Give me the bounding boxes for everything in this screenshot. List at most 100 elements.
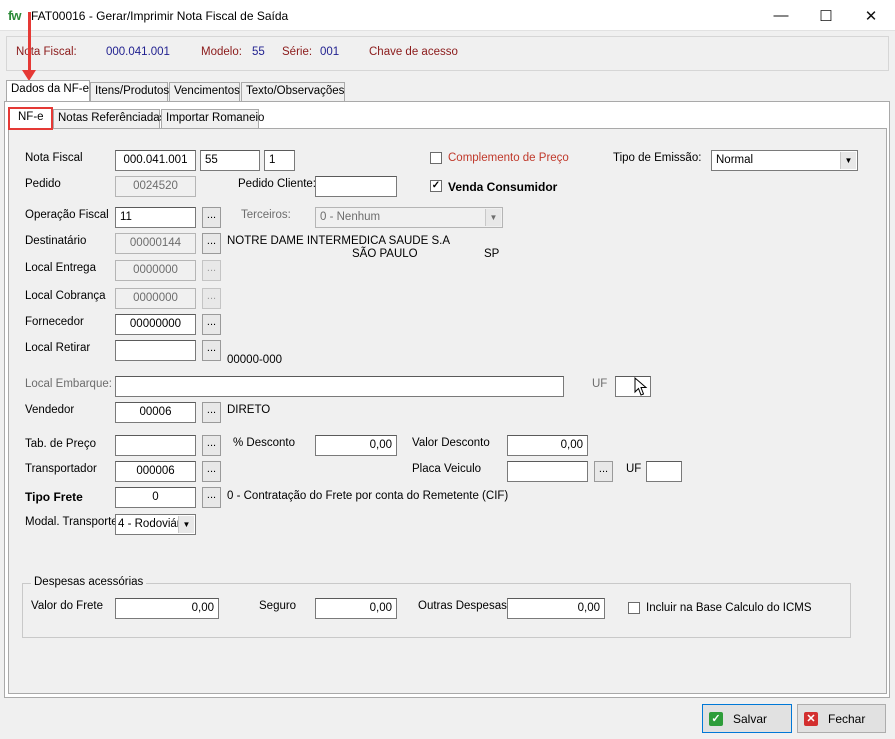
complemento-preco-checkbox[interactable] (430, 152, 442, 164)
nota-fiscal-label: Nota Fiscal (25, 152, 83, 164)
placa-veiculo-label: Placa Veiculo (412, 463, 482, 475)
local-cobranca-field[interactable]: 0000000 (115, 288, 196, 309)
transportador-label: Transportador (25, 463, 97, 475)
nota-fiscal-number-field[interactable]: 000.041.001 (115, 150, 196, 171)
local-embarque-label: Local Embarque: (25, 378, 112, 390)
close-button-label: Fechar (828, 711, 866, 726)
local-retirar-cep: 00000-000 (227, 354, 282, 366)
chevron-down-icon: ▼ (178, 516, 194, 533)
destinatario-lookup-button[interactable]: ... (202, 233, 221, 254)
pedido-cliente-label: Pedido Cliente: (238, 178, 316, 190)
local-retirar-lookup-button[interactable]: ... (202, 340, 221, 361)
fornecedor-lookup-button[interactable]: ... (202, 314, 221, 335)
modal-transporte-value: 4 - Rodoviár (118, 518, 181, 530)
save-button[interactable]: ✓ Salvar (702, 704, 792, 733)
tab-dados-nfe[interactable]: Dados da NF-e (6, 80, 90, 101)
incluir-base-icms-checkbox[interactable] (628, 602, 640, 614)
desconto-pct-label: % Desconto (233, 437, 296, 449)
tipo-emissao-value: Normal (716, 154, 754, 166)
destinatario-city: SÃO PAULO (352, 248, 418, 260)
venda-consumidor-label: Venda Consumidor (448, 180, 558, 194)
pedido-label: Pedido (25, 178, 61, 190)
incluir-base-icms-label: Incluir na Base Calculo do ICMS (646, 602, 812, 614)
check-icon: ✓ (709, 711, 723, 726)
nota-fiscal-modelo-field[interactable]: 55 (200, 150, 260, 171)
modal-transporte-label: Modal. Transporte (25, 516, 118, 528)
seguro-label: Seguro (259, 600, 297, 612)
close-button[interactable]: ✕ Fechar (797, 704, 886, 733)
outras-despesas-field[interactable]: 0,00 (507, 598, 605, 619)
tab-preco-field[interactable] (115, 435, 196, 456)
placa-uf-label: UF (626, 463, 642, 475)
outras-despesas-label: Outras Despesas (418, 600, 507, 612)
placa-veiculo-field[interactable] (507, 461, 588, 482)
destinatario-field[interactable]: 00000144 (115, 233, 196, 254)
tipo-emissao-label: Tipo de Emissão: (613, 152, 702, 164)
save-button-label: Salvar (733, 711, 768, 726)
header-modelo-value: 55 (252, 46, 265, 58)
maximize-button[interactable]: ☐ (803, 0, 849, 31)
local-embarque-uf-label: UF (592, 378, 608, 390)
transportador-lookup-button[interactable]: ... (202, 461, 221, 482)
chevron-down-icon: ▼ (840, 152, 856, 169)
vendedor-name: DIRETO (227, 404, 271, 416)
desconto-pct-field[interactable]: 0,00 (315, 435, 397, 456)
tipo-frete-field[interactable]: 0 (115, 487, 196, 508)
annotation-arrow-line (28, 12, 31, 74)
minimize-button[interactable]: — (758, 0, 804, 31)
tipo-frete-description: 0 - Contratação do Frete por conta do Re… (227, 490, 509, 502)
close-window-button[interactable]: ✕ (848, 0, 894, 31)
header-modelo-label: Modelo: (201, 46, 242, 58)
tab-preco-lookup-button[interactable]: ... (202, 435, 221, 456)
destinatario-uf: SP (484, 248, 500, 260)
valor-frete-label: Valor do Frete (31, 600, 104, 612)
fornecedor-field[interactable]: 00000000 (115, 314, 196, 335)
valor-desconto-label: Valor Desconto (412, 437, 490, 449)
complemento-preco-label: Complemento de Preço (448, 152, 569, 164)
subtab-nfe[interactable]: NF-e (8, 107, 53, 130)
terceiros-select[interactable]: 0 - Nenhum ▼ (315, 207, 503, 228)
local-cobranca-label: Local Cobrança (25, 290, 106, 302)
header-serie-label: Série: (282, 46, 313, 58)
valor-frete-field[interactable]: 0,00 (115, 598, 219, 619)
vendedor-field[interactable]: 00006 (115, 402, 196, 423)
local-embarque-field[interactable] (115, 376, 564, 397)
venda-consumidor-checkbox[interactable]: ✓ (430, 180, 442, 192)
terceiros-label: Terceiros: (241, 209, 291, 221)
transportador-field[interactable]: 000006 (115, 461, 196, 482)
tipo-emissao-select[interactable]: Normal ▼ (711, 150, 858, 171)
valor-desconto-field[interactable]: 0,00 (507, 435, 588, 456)
local-retirar-field[interactable] (115, 340, 196, 361)
placa-uf-field[interactable] (646, 461, 682, 482)
tab-vencimentos[interactable]: Vencimentos (169, 82, 240, 101)
tab-texto-observacoes[interactable]: Texto/Observações (241, 82, 345, 101)
operacao-fiscal-field[interactable]: 11 (115, 207, 196, 228)
pedido-cliente-field[interactable] (315, 176, 397, 197)
nota-fiscal-serie-field[interactable]: 1 (264, 150, 295, 171)
local-cobranca-lookup-button[interactable]: ... (202, 288, 221, 309)
app-logo: fw (8, 8, 21, 23)
seguro-field[interactable]: 0,00 (315, 598, 397, 619)
operacao-fiscal-lookup-button[interactable]: ... (202, 207, 221, 228)
subtab-importar-romaneio[interactable]: Importar Romaneio (161, 109, 264, 128)
modal-transporte-select[interactable]: 4 - Rodoviár ▼ (115, 514, 196, 535)
destinatario-name: NOTRE DAME INTERMEDICA SAUDE S.A (227, 235, 451, 247)
pedido-field[interactable]: 0024520 (115, 176, 196, 197)
header-serie-value: 001 (320, 46, 340, 58)
tipo-frete-label: Tipo Frete (25, 490, 83, 504)
tab-itens-produtos[interactable]: Itens/Produtos (90, 82, 169, 101)
placa-veiculo-lookup-button[interactable]: ... (594, 461, 613, 482)
close-icon: ✕ (804, 711, 818, 726)
local-retirar-label: Local Retirar (25, 342, 91, 354)
vendedor-lookup-button[interactable]: ... (202, 402, 221, 423)
local-entrega-lookup-button[interactable]: ... (202, 260, 221, 281)
header-nota-fiscal-label: Nota Fiscal: (16, 46, 77, 58)
window-title: FAT00016 - Gerar/Imprimir Nota Fiscal de… (31, 9, 289, 23)
fornecedor-label: Fornecedor (25, 316, 84, 328)
local-entrega-field[interactable]: 0000000 (115, 260, 196, 281)
tipo-frete-lookup-button[interactable]: ... (202, 487, 221, 508)
subtab-notas-referenciadas[interactable]: Notas Referênciadas (53, 109, 165, 128)
chevron-down-icon: ▼ (485, 209, 501, 226)
terceiros-value: 0 - Nenhum (320, 211, 381, 223)
mouse-cursor-icon (634, 377, 648, 396)
